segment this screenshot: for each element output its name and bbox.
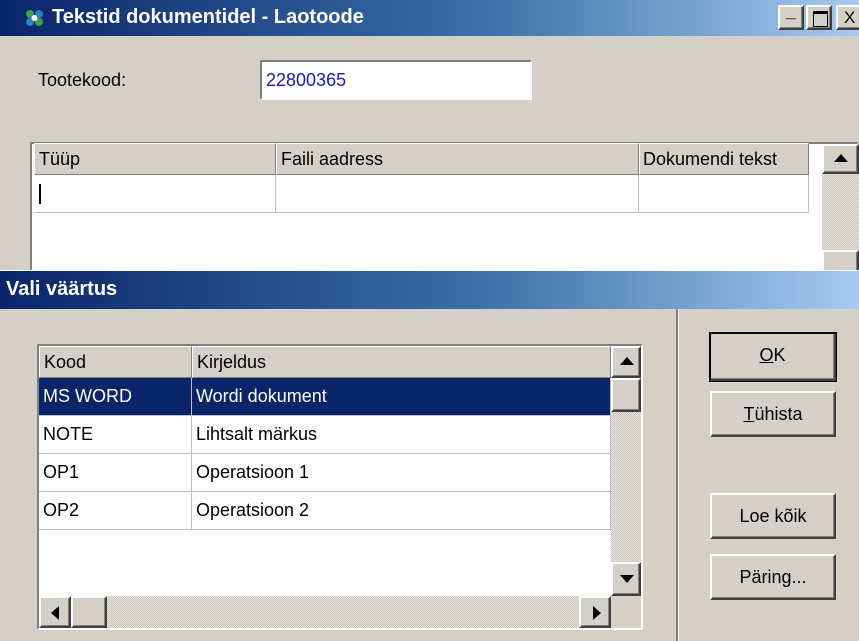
row-code: OP2: [39, 492, 192, 530]
cancel-button[interactable]: Tühista: [710, 391, 836, 437]
row-code: NOTE: [39, 416, 192, 454]
row-description: Lihtsalt märkus: [192, 416, 611, 454]
row-description: Operatsioon 2: [192, 492, 611, 530]
minimize-icon: _: [786, 1, 797, 21]
list-scroll-left-button[interactable]: [39, 596, 71, 628]
select-value-dialog: Vali väärtus Kood Kirjeldus MS WORD Word…: [0, 270, 859, 641]
maximize-icon: [813, 11, 828, 27]
dialog-title: Vali väärtus: [6, 278, 118, 300]
arrow-down-icon: [620, 575, 634, 583]
app-icon: [24, 8, 46, 28]
arrow-left-icon: [51, 606, 59, 620]
product-code-field[interactable]: 22800365: [260, 60, 532, 100]
cancel-label: ühista: [754, 404, 803, 424]
list-scroll-up-button[interactable]: [611, 346, 641, 378]
product-code-value: 22800365: [266, 70, 347, 90]
scrollbar-corner: [611, 596, 641, 628]
minimize-button[interactable]: _: [778, 1, 804, 30]
list-scroll-down-button[interactable]: [611, 562, 641, 596]
column-header-code[interactable]: Kood: [39, 346, 192, 378]
close-button[interactable]: X: [836, 5, 859, 30]
grid-scroll-up-button[interactable]: [822, 144, 859, 174]
list-horizontal-scrollbar[interactable]: [39, 596, 611, 628]
ok-label: K: [773, 345, 786, 365]
ok-button[interactable]: OK: [709, 332, 837, 382]
dialog-divider: [676, 309, 679, 641]
column-header-type[interactable]: Tüüp: [34, 143, 276, 175]
main-title-bar[interactable]: Tekstid dokumentidel - Laotoode _ X: [0, 0, 859, 36]
arrow-up-icon: [834, 154, 848, 162]
arrow-up-icon: [620, 357, 634, 365]
read-all-label: Loe kõik: [739, 506, 807, 526]
maximize-button[interactable]: [806, 5, 832, 30]
cancel-mnemonic: T: [743, 404, 755, 424]
text-cursor: [39, 184, 41, 204]
dialog-title-bar[interactable]: Vali väärtus: [0, 271, 859, 309]
grid-cell-file-address[interactable]: [276, 175, 639, 213]
list-scroll-right-button[interactable]: [579, 596, 611, 628]
row-code: OP1: [39, 454, 192, 492]
list-scroll-thumb[interactable]: [611, 378, 641, 412]
product-code-label: Tootekood:: [38, 70, 127, 90]
row-description: Operatsioon 1: [192, 454, 611, 492]
list-scroll-hthumb[interactable]: [71, 596, 107, 628]
column-header-description[interactable]: Kirjeldus: [192, 346, 611, 378]
column-header-document-text[interactable]: Dokumendi tekst: [639, 143, 809, 175]
close-icon: X: [844, 8, 856, 27]
column-header-file-address[interactable]: Faili aadress: [276, 143, 639, 175]
grid-cell-document-text[interactable]: [639, 175, 809, 213]
arrow-right-icon: [593, 606, 601, 620]
grid-cell-type-input[interactable]: [34, 175, 276, 213]
main-window: Tekstid dokumentidel - Laotoode _ X Toot…: [0, 0, 859, 290]
read-all-button[interactable]: Loe kõik: [710, 493, 836, 539]
query-label: Päring...: [739, 567, 807, 587]
ok-mnemonic: O: [759, 345, 774, 365]
main-window-title: Tekstid dokumentidel - Laotoode: [52, 6, 364, 28]
query-button[interactable]: Päring...: [710, 554, 836, 600]
row-code: MS WORD: [39, 378, 192, 416]
row-description: Wordi dokument: [192, 378, 611, 416]
